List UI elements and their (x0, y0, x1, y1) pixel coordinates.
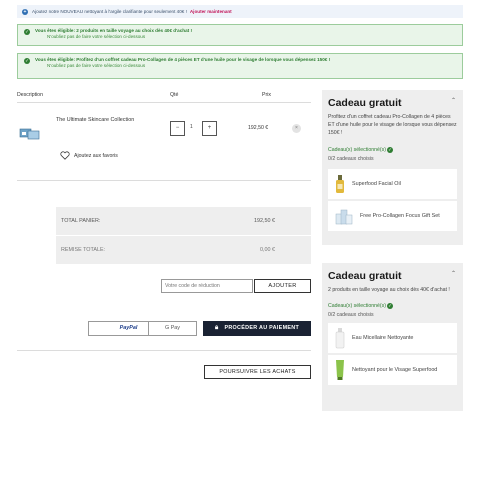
gift-selected-label: Cadeau(x) sélectionné(s) (328, 303, 386, 309)
close-icon[interactable]: × (292, 124, 301, 133)
gift-selected-status: Cadeau(x) sélectionné(s) ✓ (328, 303, 457, 309)
notice-subtitle: N'oubliez pas de faire votre sélection c… (47, 63, 146, 68)
discount-code-input[interactable] (161, 279, 253, 293)
heart-icon (60, 151, 70, 160)
product-price: 192,50 € (248, 125, 269, 131)
check-circle-icon: ✓ (386, 147, 393, 153)
gift-panel-title: Cadeau gratuit (328, 270, 402, 282)
chevron-up-icon[interactable]: ⌃ (451, 270, 456, 277)
gift-option-label: Free Pro-Collagen Focus Gift Set (360, 212, 440, 219)
chevron-up-icon[interactable]: ⌃ (451, 97, 456, 104)
gift-option-label: Superfood Facial Oil (352, 180, 401, 187)
column-header-price: Prix (262, 92, 271, 98)
free-gift-panel-travel: Cadeau gratuit ⌃ 2 produits en taille vo… (322, 263, 463, 411)
gift-panel-description: Profitez d'un coffret cadeau Pro-Collage… (328, 114, 457, 136)
check-circle-icon: ✓ (24, 58, 30, 64)
product-thumbnail[interactable] (19, 126, 40, 140)
gift-count: 0/2 cadeaux choisis (328, 312, 374, 318)
qty-decrease-button[interactable]: − (170, 121, 185, 136)
lock-icon: 🔒︎ (214, 325, 219, 331)
qty-increase-button[interactable]: + (202, 121, 217, 136)
promo-text: Ajoutez notre NOUVEAU nettoyant à l'argi… (32, 9, 187, 14)
gift-option[interactable]: Superfood Facial Oil (328, 169, 457, 199)
product-name[interactable]: The Ultimate Skincare Collection (56, 117, 134, 123)
checkout-label: PROCÉDER AU PAIEMENT (224, 325, 300, 331)
promo-banner: + Ajoutez notre NOUVEAU nettoyant à l'ar… (17, 5, 463, 18)
apply-code-button[interactable]: AJOUTER (254, 279, 311, 293)
discount-value: 0,00 € (260, 247, 275, 253)
gift-option[interactable]: Nettoyant pour le Visage Superfood (328, 355, 457, 385)
discount-label: REMISE TOTALE: (61, 247, 106, 253)
gift-set-icon (335, 209, 353, 225)
gift-option[interactable]: Eau Micellaire Nettoyante (328, 323, 457, 353)
check-circle-icon: ✓ (24, 29, 30, 35)
add-to-favorites-button[interactable]: Ajoutez aux favoris (60, 151, 118, 160)
notice-subtitle: N'oubliez pas de faire votre sélection c… (47, 34, 146, 39)
total-label: TOTAL PANIER: (61, 218, 101, 224)
gift-selected-status: Cadeau(x) sélectionné(s) ✓ (328, 147, 457, 153)
checkout-button[interactable]: 🔒︎ PROCÉDER AU PAIEMENT (203, 321, 311, 336)
gift-option-label: Nettoyant pour le Visage Superfood (352, 366, 438, 373)
oil-bottle-icon (336, 175, 344, 193)
gift-selected-label: Cadeau(x) sélectionné(s) (328, 147, 386, 153)
google-pay-button[interactable]: G Pay (148, 321, 197, 336)
continue-shopping-button[interactable]: POURSUIVRE LES ACHATS (204, 365, 311, 379)
cleanser-tube-icon (336, 360, 344, 380)
column-header-description: Description (17, 92, 43, 98)
gift-count: 0/2 cadeaux choisis (328, 156, 374, 162)
micellar-bottle-icon (335, 328, 345, 349)
divider (17, 102, 311, 103)
discount-total-row: REMISE TOTALE: 0,00 € (56, 236, 311, 264)
total-value: 192,50 € (254, 218, 275, 224)
gift-panel-description: 2 produits en taille voyage au choix dès… (328, 287, 450, 293)
eligibility-notice-travel: ✓ Vous êtes éligible: 2 produits en tail… (17, 24, 463, 46)
cart-total-row: TOTAL PANIER: 192,50 € (56, 207, 311, 235)
promo-add-link[interactable]: Ajouter maintenant (190, 9, 232, 14)
check-circle-icon: ✓ (386, 303, 393, 309)
column-header-qty: Qté (170, 92, 179, 98)
plus-circle-icon: + (22, 8, 28, 15)
gift-option[interactable]: Free Pro-Collagen Focus Gift Set (328, 201, 457, 231)
gift-panel-title: Cadeau gratuit (328, 97, 402, 109)
divider (17, 180, 311, 181)
favorites-label: Ajoutez aux favoris (74, 152, 118, 159)
gift-option-label: Eau Micellaire Nettoyante (352, 334, 414, 341)
free-gift-panel-collagen: Cadeau gratuit ⌃ Profitez d'un coffret c… (322, 90, 463, 245)
eligibility-notice-collagen: ✓ Vous êtes éligible: Profitez d'un coff… (17, 53, 463, 79)
divider (17, 350, 311, 351)
qty-value[interactable]: 1 (190, 124, 193, 130)
